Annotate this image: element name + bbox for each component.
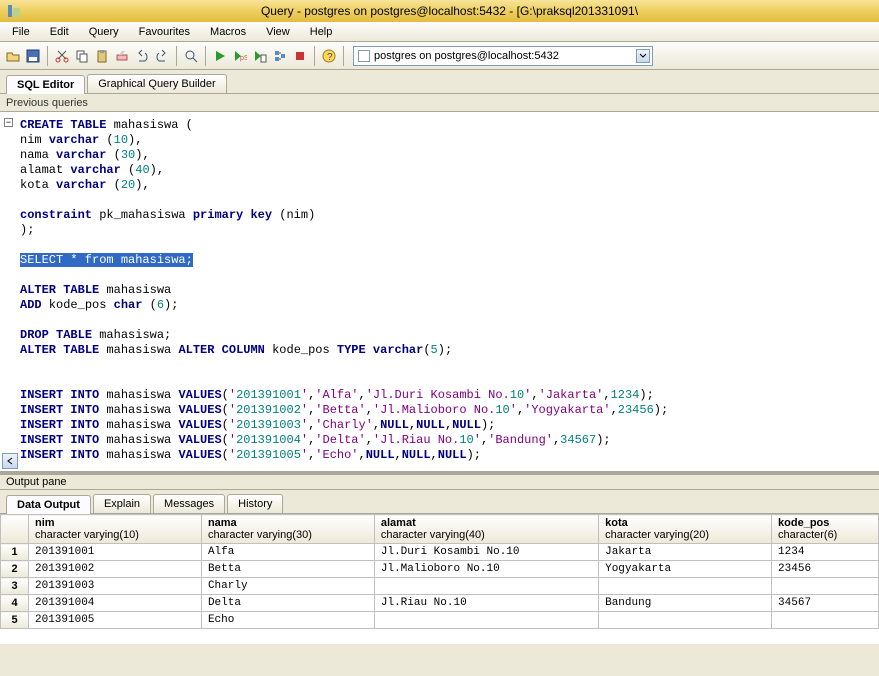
find-icon[interactable]	[182, 47, 200, 65]
header-row: nimcharacter varying(10) namacharacter v…	[1, 515, 879, 544]
table-row[interactable]: 1201391001AlfaJl.Duri Kosambi No.10Jakar…	[1, 544, 879, 561]
save-icon[interactable]	[24, 47, 42, 65]
col-nama[interactable]: namacharacter varying(30)	[201, 515, 374, 544]
menu-favourites[interactable]: Favourites	[129, 24, 200, 40]
output-tabs: Data Output Explain Messages History	[0, 490, 879, 514]
result-grid: nimcharacter varying(10) namacharacter v…	[0, 514, 879, 629]
cell[interactable]: Jl.Riau No.10	[374, 595, 598, 612]
cell[interactable]: Delta	[201, 595, 374, 612]
table-row[interactable]: 2201391002BettaJl.Malioboro No.10Yogyaka…	[1, 561, 879, 578]
toolbar: pS ? postgres on postgres@localhost:5432	[0, 42, 879, 70]
table-row[interactable]: 5201391005Echo	[1, 612, 879, 629]
fold-toggle-icon[interactable]: −	[4, 118, 13, 127]
table-row[interactable]: 4201391004DeltaJl.Riau No.10Bandung34567	[1, 595, 879, 612]
cell[interactable]: 23456	[772, 561, 879, 578]
connection-label: postgres on postgres@localhost:5432	[374, 50, 559, 62]
previous-queries-label: Previous queries	[6, 97, 88, 109]
separator	[205, 46, 206, 66]
tab-gqb[interactable]: Graphical Query Builder	[87, 74, 226, 93]
tab-history[interactable]: History	[227, 494, 283, 513]
cell[interactable]: Jakarta	[599, 544, 772, 561]
window-title: Query - postgres on postgres@localhost:5…	[26, 4, 873, 18]
cell[interactable]	[374, 612, 598, 629]
paste-icon[interactable]	[93, 47, 111, 65]
separator	[343, 46, 344, 66]
result-grid-wrapper[interactable]: nimcharacter varying(10) namacharacter v…	[0, 514, 879, 644]
app-icon	[6, 3, 22, 19]
cut-icon[interactable]	[53, 47, 71, 65]
table-row[interactable]: 3201391003Charly	[1, 578, 879, 595]
open-icon[interactable]	[4, 47, 22, 65]
col-kota[interactable]: kotacharacter varying(20)	[599, 515, 772, 544]
menu-macros[interactable]: Macros	[200, 24, 256, 40]
cell[interactable]	[374, 578, 598, 595]
col-nim[interactable]: nimcharacter varying(10)	[29, 515, 202, 544]
cell[interactable]: 201391003	[29, 578, 202, 595]
cell[interactable]: 201391005	[29, 612, 202, 629]
connection-checkbox-icon	[358, 50, 370, 62]
tab-data-output[interactable]: Data Output	[6, 495, 91, 514]
cell[interactable]: Betta	[201, 561, 374, 578]
svg-text:?: ?	[327, 52, 333, 63]
menu-edit[interactable]: Edit	[40, 24, 79, 40]
row-number[interactable]: 4	[1, 595, 29, 612]
cell[interactable]	[599, 612, 772, 629]
row-number[interactable]: 5	[1, 612, 29, 629]
tab-sql-editor[interactable]: SQL Editor	[6, 75, 85, 94]
clear-icon[interactable]	[113, 47, 131, 65]
cell[interactable]: Jl.Duri Kosambi No.10	[374, 544, 598, 561]
cell[interactable]	[772, 578, 879, 595]
execute-pgscript-icon[interactable]: pS	[231, 47, 249, 65]
sql-code[interactable]: CREATE TABLE mahasiswa ( nim varchar (10…	[20, 118, 879, 463]
cell[interactable]: 201391002	[29, 561, 202, 578]
menu-query[interactable]: Query	[79, 24, 129, 40]
cell[interactable]	[599, 578, 772, 595]
cell[interactable]: Charly	[201, 578, 374, 595]
connection-select[interactable]: postgres on postgres@localhost:5432	[353, 46, 653, 66]
cancel-icon[interactable]	[291, 47, 309, 65]
separator	[47, 46, 48, 66]
undo-icon[interactable]	[133, 47, 151, 65]
cell[interactable]: 34567	[772, 595, 879, 612]
sql-editor[interactable]: − CREATE TABLE mahasiswa ( nim varchar (…	[0, 112, 879, 472]
tab-explain[interactable]: Explain	[93, 494, 151, 513]
cell[interactable]: Bandung	[599, 595, 772, 612]
scroll-left-icon[interactable]	[2, 453, 18, 469]
execute-icon[interactable]	[211, 47, 229, 65]
menu-view[interactable]: View	[256, 24, 300, 40]
redo-icon[interactable]	[153, 47, 171, 65]
cell[interactable]: Alfa	[201, 544, 374, 561]
row-number[interactable]: 3	[1, 578, 29, 595]
copy-icon[interactable]	[73, 47, 91, 65]
corner-cell	[1, 515, 29, 544]
cell[interactable]: 201391001	[29, 544, 202, 561]
cell[interactable]	[772, 612, 879, 629]
execute-file-icon[interactable]	[251, 47, 269, 65]
cell[interactable]: Echo	[201, 612, 374, 629]
title-bar: Query - postgres on postgres@localhost:5…	[0, 0, 879, 22]
menu-file[interactable]: File	[2, 24, 40, 40]
col-alamat[interactable]: alamatcharacter varying(40)	[374, 515, 598, 544]
cell[interactable]: Jl.Malioboro No.10	[374, 561, 598, 578]
row-number[interactable]: 2	[1, 561, 29, 578]
cell[interactable]: 1234	[772, 544, 879, 561]
separator	[314, 46, 315, 66]
tab-messages[interactable]: Messages	[153, 494, 225, 513]
output-pane-label: Output pane	[0, 472, 879, 490]
previous-queries-bar: Previous queries	[0, 94, 879, 112]
cell[interactable]: 201391004	[29, 595, 202, 612]
row-number[interactable]: 1	[1, 544, 29, 561]
col-kodepos[interactable]: kode_poscharacter(6)	[772, 515, 879, 544]
cell[interactable]: Yogyakarta	[599, 561, 772, 578]
menu-bar: File Edit Query Favourites Macros View H…	[0, 22, 879, 42]
menu-help[interactable]: Help	[300, 24, 343, 40]
svg-text:pS: pS	[240, 55, 247, 62]
help-icon[interactable]: ?	[320, 47, 338, 65]
separator	[176, 46, 177, 66]
editor-tabs: SQL Editor Graphical Query Builder	[0, 70, 879, 94]
chevron-down-icon[interactable]	[636, 49, 650, 63]
explain-icon[interactable]	[271, 47, 289, 65]
